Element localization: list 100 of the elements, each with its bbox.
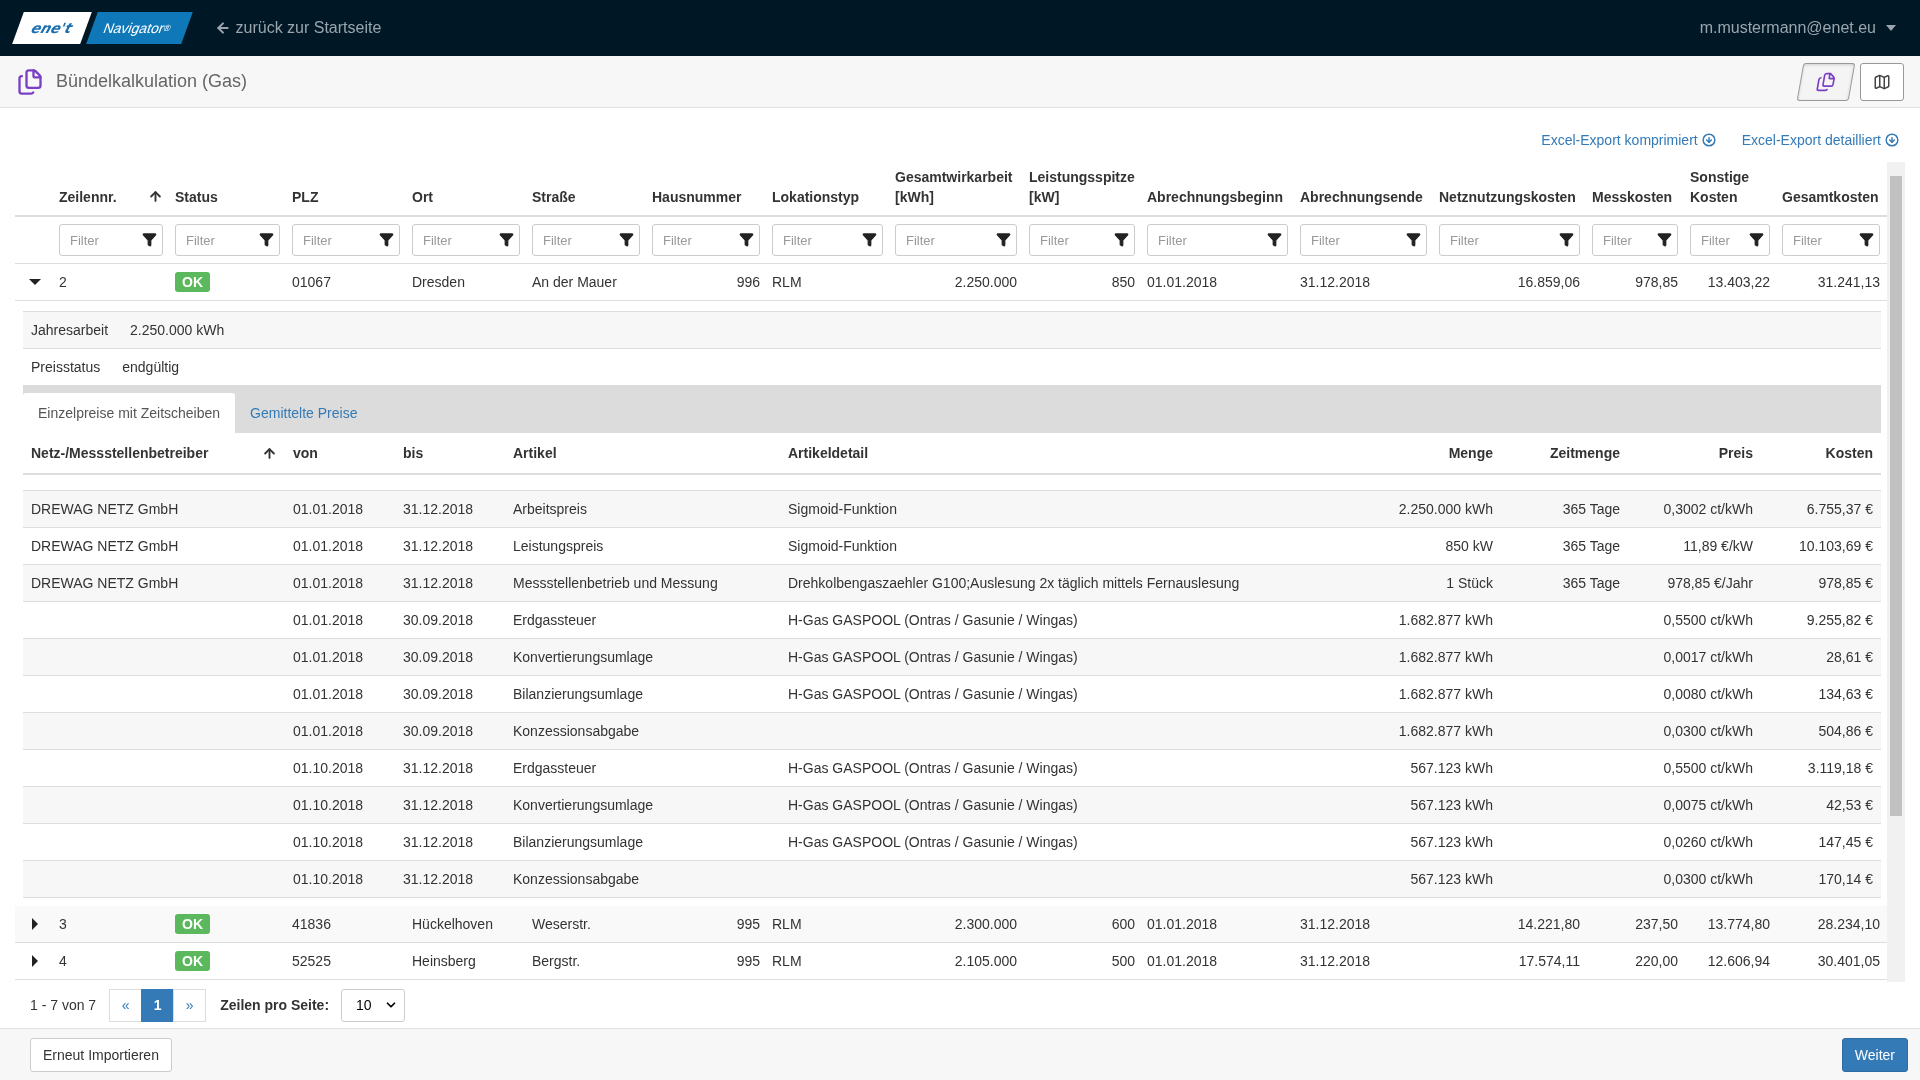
table-cell-text: 500: [1110, 952, 1136, 971]
column-header[interactable]: Zeilennr.: [53, 162, 169, 215]
column-header[interactable]: Zeitmenge: [1501, 433, 1628, 473]
filter-icon[interactable]: [142, 232, 157, 247]
import-button[interactable]: Erneut Importieren: [30, 1037, 172, 1072]
filter-field[interactable]: Filter: [532, 224, 640, 256]
column-header[interactable]: Status: [169, 162, 286, 215]
next-page-button[interactable]: »: [173, 988, 207, 1022]
table-cell-text: 0,5500 ct/kWh: [1662, 611, 1754, 630]
filter-field[interactable]: Filter: [175, 224, 280, 256]
column-header[interactable]: Preis: [1628, 433, 1761, 473]
view-button[interactable]: [1860, 62, 1904, 101]
filter-icon[interactable]: [1749, 232, 1764, 247]
column-header[interactable]: Abrechnungsbeginn: [1141, 162, 1294, 215]
filter-icon[interactable]: [739, 232, 754, 247]
filter-field[interactable]: Filter: [1147, 224, 1288, 256]
column-header[interactable]: Kosten: [1761, 433, 1881, 473]
column-header[interactable]: Gesamtkosten: [1776, 162, 1886, 215]
column-header[interactable]: Sonstige Kosten: [1684, 162, 1776, 215]
filter-field[interactable]: Filter: [1782, 224, 1880, 256]
column-header[interactable]: Artikeldetail: [780, 433, 1381, 473]
filter-field[interactable]: Filter: [652, 224, 760, 256]
table-cell-text: Bilanzierungsumlage: [512, 685, 644, 704]
logo-brand[interactable]: ene't: [12, 12, 92, 44]
filter-field[interactable]: Filter: [1690, 224, 1770, 256]
filter-icon[interactable]: [1657, 232, 1672, 247]
table-cell-text: 31.12.2018: [1299, 915, 1372, 934]
filter-icon[interactable]: [619, 232, 634, 247]
filter-icon[interactable]: [379, 232, 394, 247]
filter-field[interactable]: Filter: [292, 224, 400, 256]
filter-field[interactable]: Filter: [1592, 224, 1678, 256]
filter-icon[interactable]: [1559, 232, 1574, 247]
filter-icon[interactable]: [1406, 232, 1421, 247]
filter-icon[interactable]: [499, 232, 514, 247]
table-cell-text: Drehkolbengaszaehler G100;Auslesung 2x täglich mittels Fernauslesung: [787, 574, 1241, 593]
filter-field[interactable]: Filter: [1439, 224, 1580, 256]
previous-page-button[interactable]: «: [109, 988, 143, 1022]
table-cell-text: 52525: [291, 952, 332, 971]
table-cell-text: 01.01.2018: [292, 722, 365, 741]
filter-field[interactable]: Filter: [59, 224, 163, 256]
column-header[interactable]: Straße: [526, 162, 646, 215]
filter-icon[interactable]: [1859, 232, 1874, 247]
table-cell-text: DREWAG NETZ GmbH: [30, 574, 180, 593]
page-title: Bündelkalkulation (Gas): [56, 71, 248, 92]
table-cell-text: H-Gas GASPOOL (Ontras / Gasunie / Wingas): [787, 611, 1079, 630]
filter-field[interactable]: Filter: [1029, 224, 1135, 256]
table-cell-text: 978,85 €/Jahr: [1666, 574, 1754, 593]
filter-field[interactable]: Filter: [1300, 224, 1427, 256]
column-header[interactable]: Abrechnungsende: [1294, 162, 1433, 215]
filter-field[interactable]: Filter: [895, 224, 1017, 256]
table-cell-text: 3.119,18 €: [1806, 759, 1874, 778]
filter-icon[interactable]: [259, 232, 274, 247]
column-header[interactable]: Hausnummer: [646, 162, 766, 215]
column-header[interactable]: Menge: [1381, 433, 1501, 473]
column-header[interactable]: Artikel: [505, 433, 780, 473]
table-cell-text: 31.12.2018: [402, 759, 475, 778]
table-cell-text: 0,5500 ct/kWh: [1662, 759, 1754, 778]
table-cell-text: 0,3002 ct/kWh: [1662, 500, 1754, 519]
table-cell-text: 978,85 €: [1817, 574, 1874, 593]
table-cell-text: Leistungspreis: [512, 537, 605, 556]
export-link[interactable]: Excel-Export komprimiert: [1541, 128, 1716, 152]
table-cell-text: Erdgassteuer: [512, 611, 598, 630]
column-header[interactable]: Leistungsspitze [kW]: [1023, 162, 1141, 215]
scrollbar[interactable]: [1887, 162, 1905, 982]
column-header[interactable]: PLZ: [286, 162, 406, 215]
column-header[interactable]: Netz-/Messstellenbetreiber: [23, 433, 285, 473]
export-link[interactable]: Excel-Export detailliert: [1741, 128, 1899, 152]
next-button[interactable]: Weiter: [1841, 1037, 1908, 1072]
filter-field[interactable]: Filter: [772, 224, 883, 256]
user-menu[interactable]: m.mustermann@enet.eu: [1699, 19, 1896, 37]
column-header[interactable]: Netznutzungskosten: [1433, 162, 1586, 215]
table-cell-text: H-Gas GASPOOL (Ontras / Gasunie / Wingas): [787, 796, 1079, 815]
table-cell-text: RLM: [771, 952, 803, 971]
filter-icon[interactable]: [996, 232, 1011, 247]
column-header[interactable]: bis: [395, 433, 505, 473]
page-button[interactable]: 1: [141, 988, 175, 1022]
table-cell-text: 10.103,69 €: [1798, 537, 1874, 556]
table-cell-text: 30.09.2018: [402, 685, 475, 704]
filter-icon[interactable]: [1114, 232, 1129, 247]
table-cell-text: Bilanzierungsumlage: [512, 833, 644, 852]
tab[interactable]: Einzelpreise mit Zeitscheiben: [23, 393, 236, 433]
filter-icon[interactable]: [862, 232, 877, 247]
column-header[interactable]: Gesamtwirkarbeit [kWh]: [889, 162, 1023, 215]
rows-per-page-select[interactable]: 10: [341, 988, 406, 1022]
back-link[interactable]: zurück zur Startseite: [214, 19, 382, 37]
table-cell-text: 2: [58, 273, 68, 292]
filter-icon[interactable]: [1267, 232, 1282, 247]
column-header[interactable]: Ort: [406, 162, 526, 215]
table-cell-text: 995: [735, 915, 761, 934]
table-cell-text: 01.01.2018: [1146, 273, 1219, 292]
table-cell-text: 17.574,11: [1517, 952, 1581, 971]
filter-field[interactable]: Filter: [412, 224, 520, 256]
table-cell-text: 0,0017 ct/kWh: [1662, 648, 1754, 667]
column-header[interactable]: von: [285, 433, 395, 473]
column-header[interactable]: Messkosten: [1586, 162, 1684, 215]
table-cell-text: 9.255,82 €: [1805, 611, 1874, 630]
rows-per-page-label: Zeilen pro Seite:: [220, 997, 330, 1013]
column-header[interactable]: Lokationstyp: [766, 162, 889, 215]
table-cell-text: 30.09.2018: [402, 648, 475, 667]
table-cell-text: 220,00: [1634, 952, 1679, 971]
